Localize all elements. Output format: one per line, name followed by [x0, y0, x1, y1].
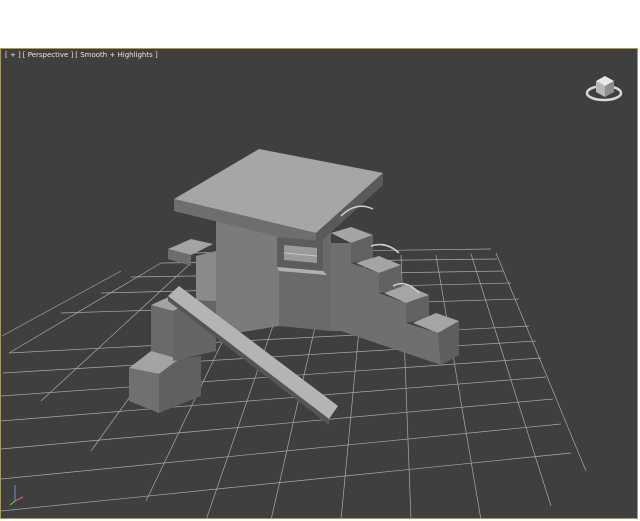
axis-tripod-icon: [9, 485, 24, 506]
right-stairs-model[interactable]: [331, 205, 459, 365]
viewcube-icon[interactable]: [584, 67, 626, 103]
scene-canvas[interactable]: [1, 49, 638, 519]
perspective-viewport[interactable]: [ + ] [ Perspective ] [ Smooth + Highlig…: [0, 48, 638, 519]
